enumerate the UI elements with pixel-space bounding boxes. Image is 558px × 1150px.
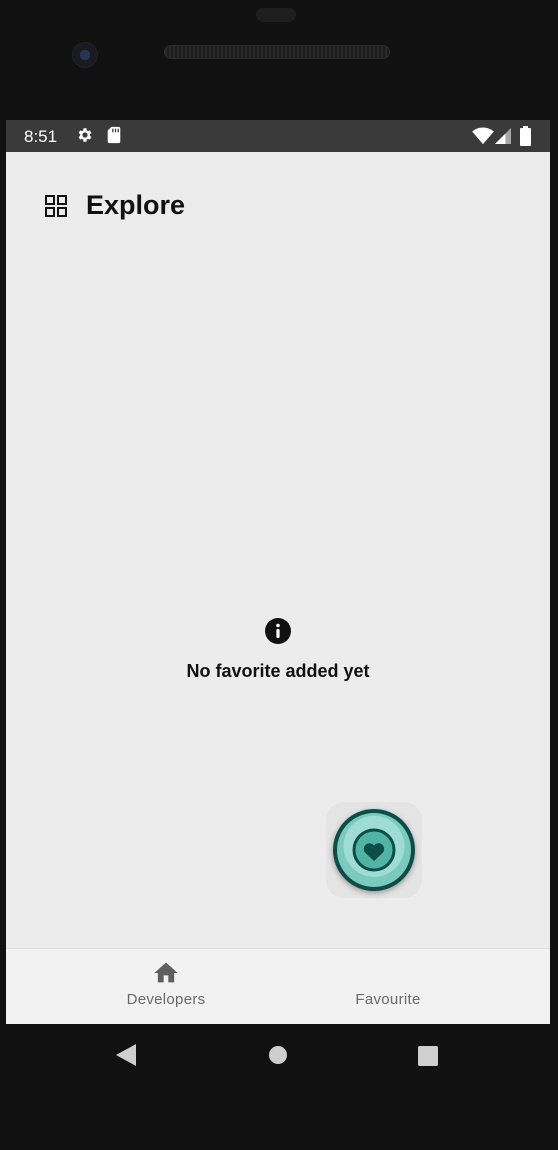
empty-state: No favorite added yet <box>6 618 550 682</box>
wifi-icon <box>472 127 494 145</box>
status-bar: 8:51 <box>6 120 550 152</box>
favourite-fab[interactable] <box>333 809 415 891</box>
gear-icon <box>78 128 92 142</box>
system-nav-bar <box>0 1024 558 1088</box>
recents-icon[interactable] <box>418 1046 438 1066</box>
app-screen: 8:51 Explore No favorite added yet Devel… <box>6 120 550 1024</box>
home-circle-icon[interactable] <box>268 1045 288 1065</box>
back-icon[interactable] <box>116 1044 136 1066</box>
front-camera <box>72 42 98 68</box>
battery-icon <box>520 126 531 146</box>
nav-item-developers[interactable]: Developers <box>86 959 246 1008</box>
nav-label-developers: Developers <box>126 991 206 1008</box>
grid-icon <box>45 195 67 217</box>
notch <box>256 8 296 22</box>
empty-state-message: No favorite added yet <box>186 661 370 681</box>
device-frame: 8:51 Explore No favorite added yet Devel… <box>0 0 558 1150</box>
nav-icon-spacer <box>374 959 402 987</box>
home-icon <box>154 962 178 983</box>
earpiece-speaker <box>164 45 390 59</box>
status-time: 8:51 <box>24 127 58 146</box>
nav-label-favourite: Favourite <box>355 991 421 1008</box>
bottom-nav: Developers Favourite <box>6 948 550 1024</box>
sd-card-icon <box>107 126 121 144</box>
signal-icon <box>495 128 511 144</box>
app-header: Explore <box>6 152 550 252</box>
fab-inner <box>337 813 411 887</box>
nav-item-favourite[interactable]: Favourite <box>308 959 468 1008</box>
info-icon <box>265 618 291 644</box>
page-title: Explore <box>86 190 186 220</box>
heart-icon <box>352 828 396 872</box>
